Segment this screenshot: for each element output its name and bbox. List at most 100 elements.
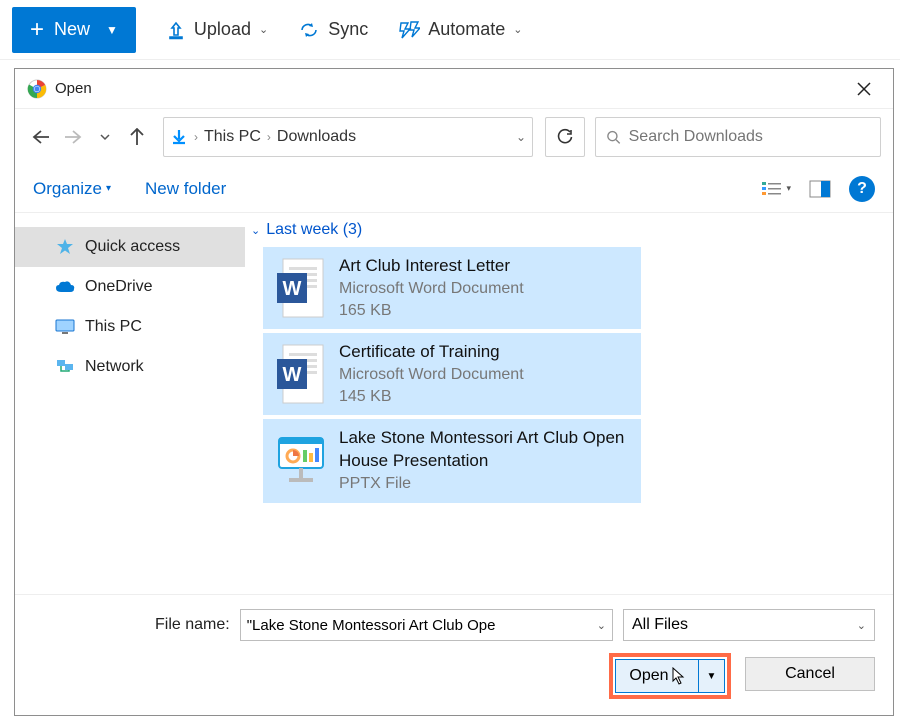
chevron-down-icon: ⌄ — [259, 23, 268, 36]
file-size: 165 KB — [339, 300, 524, 322]
chevron-down-icon: ▼ — [106, 23, 118, 37]
sidebar-label: This PC — [85, 318, 142, 336]
list-view-icon — [761, 180, 783, 198]
file-name: Lake Stone Montessori Art Club Open Hous… — [339, 427, 631, 473]
new-button[interactable]: + New ▼ — [12, 7, 136, 53]
sidebar-item-network[interactable]: Network — [15, 347, 245, 387]
caret-down-icon: ▼ — [707, 671, 717, 682]
star-icon — [55, 238, 75, 256]
sidebar-item-quick-access[interactable]: Quick access — [15, 227, 245, 267]
filename-input[interactable]: "Lake Stone Montessori Art Club Ope ⌄ — [240, 609, 613, 641]
breadcrumb[interactable]: › This PC › Downloads ⌄ — [163, 117, 533, 157]
organize-button[interactable]: Organize ▾ — [33, 179, 111, 199]
filter-label: All Files — [632, 616, 688, 634]
search-box[interactable] — [595, 117, 881, 157]
sidebar-label: OneDrive — [85, 278, 153, 296]
automate-button[interactable]: Automate ⌄ — [398, 19, 522, 40]
upload-button[interactable]: Upload ⌄ — [166, 19, 268, 40]
back-button[interactable] — [27, 123, 55, 151]
file-type: PPTX File — [339, 473, 631, 495]
file-item[interactable]: W Certificate of Training Microsoft Word… — [263, 333, 641, 415]
new-folder-label: New folder — [145, 179, 226, 199]
chevron-right-icon: › — [194, 130, 198, 144]
word-icon: W — [273, 341, 329, 407]
chevron-down-icon: ⌄ — [513, 23, 522, 36]
preview-pane-button[interactable] — [809, 180, 831, 198]
file-type: Microsoft Word Document — [339, 278, 524, 300]
file-size: 145 KB — [339, 386, 524, 408]
new-button-label: New — [54, 19, 90, 40]
search-icon — [606, 129, 621, 145]
file-open-dialog: Open › This PC › Downloads ⌄ — [14, 68, 894, 716]
organize-label: Organize — [33, 179, 102, 199]
open-split-dropdown[interactable]: ▼ — [698, 660, 724, 692]
word-icon: W — [273, 255, 329, 321]
sidebar-item-onedrive[interactable]: OneDrive — [15, 267, 245, 307]
chrome-icon — [27, 79, 47, 99]
dialog-title: Open — [55, 80, 92, 97]
filetype-filter[interactable]: All Files ⌄ — [623, 609, 875, 641]
search-input[interactable] — [629, 128, 870, 146]
list-view-button[interactable]: ▾ — [761, 180, 791, 198]
file-item[interactable]: W Art Club Interest Letter Microsoft Wor… — [263, 247, 641, 329]
cloud-icon — [55, 280, 75, 294]
caret-down-icon: ▾ — [786, 183, 791, 194]
svg-text:W: W — [283, 278, 302, 300]
svg-text:W: W — [283, 364, 302, 386]
upload-label: Upload — [194, 19, 251, 40]
keynote-icon — [273, 427, 329, 493]
filename-value: "Lake Stone Montessori Art Club Ope — [247, 617, 496, 634]
app-toolbar: + New ▼ Upload ⌄ Sync Automate ⌄ — [0, 0, 900, 60]
chevron-down-icon[interactable]: ⌄ — [597, 619, 606, 632]
download-arrow-icon — [170, 128, 188, 146]
file-name: Certificate of Training — [339, 341, 524, 364]
plus-icon: + — [30, 18, 44, 42]
cursor-icon — [671, 667, 685, 685]
sidebar-item-this-pc[interactable]: This PC — [15, 307, 245, 347]
refresh-icon — [556, 128, 574, 146]
forward-button[interactable] — [59, 123, 87, 151]
nav-row: › This PC › Downloads ⌄ — [15, 109, 893, 165]
dialog-title-bar: Open — [15, 69, 893, 109]
automate-icon — [398, 20, 420, 40]
chevron-down-icon: ⌄ — [251, 224, 260, 237]
group-header-label: Last week (3) — [266, 221, 362, 239]
file-name: Art Club Interest Letter — [339, 255, 524, 278]
filename-label: File name: — [155, 616, 230, 634]
dialog-bottom: File name: "Lake Stone Montessori Art Cl… — [15, 594, 893, 715]
sync-button[interactable]: Sync — [298, 19, 368, 40]
file-list: ⌄ Last week (3) W Art Club Interest Lett… — [245, 213, 893, 594]
sync-icon — [298, 20, 320, 40]
sidebar-label: Network — [85, 358, 144, 376]
cancel-button[interactable]: Cancel — [745, 657, 875, 691]
sidebar: Quick access OneDrive This PC Network — [15, 213, 245, 594]
chevron-down-icon[interactable]: ⌄ — [516, 130, 526, 144]
file-item[interactable]: Lake Stone Montessori Art Club Open Hous… — [263, 419, 641, 502]
breadcrumb-root[interactable]: This PC — [204, 128, 261, 146]
dialog-body: Quick access OneDrive This PC Network — [15, 213, 893, 594]
up-button[interactable] — [123, 123, 151, 151]
command-row: Organize ▾ New folder ▾ ? — [15, 165, 893, 213]
file-type: Microsoft Word Document — [339, 364, 524, 386]
preview-pane-icon — [809, 180, 831, 198]
monitor-icon — [55, 319, 75, 335]
group-header[interactable]: ⌄ Last week (3) — [249, 221, 889, 239]
help-button[interactable]: ? — [849, 176, 875, 202]
open-button-label: Open — [629, 667, 668, 685]
caret-down-icon: ▾ — [106, 183, 111, 194]
refresh-button[interactable] — [545, 117, 585, 157]
chevron-right-icon: › — [267, 130, 271, 144]
open-button-highlight: Open ▼ — [609, 653, 731, 699]
new-folder-button[interactable]: New folder — [145, 179, 226, 199]
close-button[interactable] — [847, 72, 881, 106]
open-button[interactable]: Open ▼ — [615, 659, 725, 693]
sync-label: Sync — [328, 19, 368, 40]
network-icon — [55, 359, 75, 375]
history-dropdown-button[interactable] — [91, 123, 119, 151]
automate-label: Automate — [428, 19, 505, 40]
sidebar-label: Quick access — [85, 238, 180, 256]
breadcrumb-folder[interactable]: Downloads — [277, 128, 356, 146]
upload-icon — [166, 20, 186, 40]
chevron-down-icon: ⌄ — [857, 619, 866, 632]
cancel-button-label: Cancel — [785, 665, 835, 683]
